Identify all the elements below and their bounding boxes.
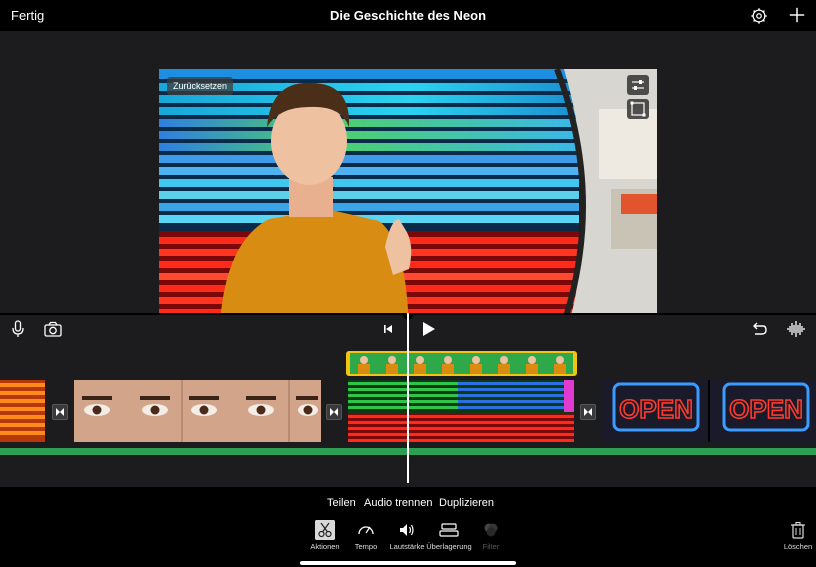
project-title: Die Geschichte des Neon bbox=[329, 8, 487, 23]
video-preview[interactable]: Zurücksetzen bbox=[159, 69, 657, 343]
undo-icon[interactable] bbox=[749, 319, 769, 339]
overlay-thumbnails bbox=[350, 353, 573, 374]
tool-label: Filter bbox=[482, 542, 500, 551]
gear-icon[interactable] bbox=[750, 7, 768, 25]
filter-icon bbox=[484, 523, 498, 537]
tool-filter[interactable]: Filter bbox=[466, 520, 516, 551]
playhead bbox=[407, 313, 409, 483]
overlay-clip-selected[interactable] bbox=[346, 351, 577, 376]
skip-to-start-icon[interactable] bbox=[378, 319, 398, 339]
crop-icon[interactable] bbox=[627, 99, 649, 119]
sliders-icon[interactable] bbox=[627, 75, 649, 95]
microphone-icon[interactable] bbox=[8, 319, 28, 339]
transition-icon[interactable] bbox=[52, 404, 68, 420]
clip-neon-orange[interactable] bbox=[0, 380, 45, 442]
waveform-icon[interactable] bbox=[786, 319, 806, 339]
clip-eyes[interactable] bbox=[74, 380, 321, 442]
transition-icon[interactable] bbox=[580, 404, 596, 420]
clip-open-sign[interactable]: OPEN OPEN bbox=[602, 380, 816, 442]
inspector-bar: Teilen Audio trennen Duplizieren Aktione… bbox=[0, 487, 816, 567]
speedometer-icon bbox=[358, 526, 374, 535]
reset-button[interactable]: Zurücksetzen bbox=[167, 77, 234, 95]
top-bar: Fertig Die Geschichte des Neon bbox=[0, 0, 816, 31]
clip-neon-tubes[interactable] bbox=[348, 380, 574, 442]
duplicate-button[interactable]: Duplizieren bbox=[439, 497, 494, 509]
play-icon[interactable] bbox=[418, 319, 438, 339]
transition-icon[interactable] bbox=[326, 404, 342, 420]
open-sign-text: OPEN bbox=[619, 394, 693, 424]
delete-label: Löschen bbox=[783, 542, 813, 551]
trash-icon bbox=[791, 521, 805, 539]
detach-audio-button[interactable]: Audio trennen bbox=[364, 497, 433, 509]
plus-icon[interactable] bbox=[788, 6, 806, 24]
preview-frame bbox=[159, 69, 657, 343]
home-indicator[interactable] bbox=[300, 561, 516, 565]
speaker-icon bbox=[400, 524, 414, 536]
delete-button[interactable]: Löschen bbox=[773, 520, 816, 551]
scissors-icon bbox=[315, 520, 335, 540]
camera-icon[interactable] bbox=[43, 319, 63, 339]
overlay-icon bbox=[439, 523, 459, 537]
open-sign-text: OPEN bbox=[729, 394, 803, 424]
share-button[interactable]: Teilen bbox=[327, 497, 356, 509]
viewer-area: Zurücksetzen bbox=[0, 31, 816, 343]
